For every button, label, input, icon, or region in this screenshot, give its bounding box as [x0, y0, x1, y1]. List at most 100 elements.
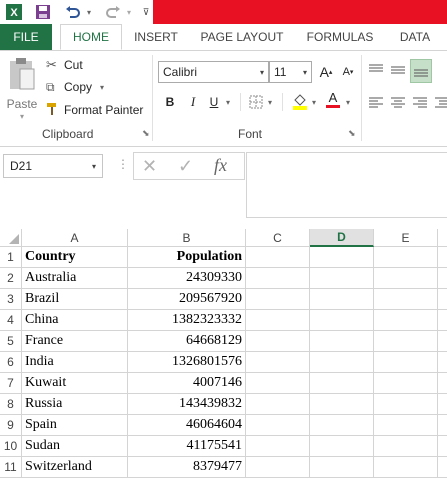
cell-empty[interactable] — [374, 415, 438, 436]
grow-font-icon[interactable]: A ▴ — [316, 62, 336, 82]
cancel-icon[interactable]: ✕ — [142, 156, 157, 177]
cell-population[interactable]: 46064604 — [128, 415, 246, 436]
header-cell-country[interactable]: Country — [22, 247, 128, 268]
cut-button[interactable]: ✂ Cut — [46, 55, 83, 75]
cell-empty[interactable] — [438, 394, 447, 415]
cell-empty[interactable] — [310, 289, 374, 310]
cell-empty[interactable] — [246, 289, 310, 310]
cell-empty[interactable] — [438, 310, 447, 331]
tab-home[interactable]: HOME — [60, 24, 122, 50]
column-header-d[interactable]: D — [310, 229, 374, 247]
align-right-icon[interactable] — [412, 96, 428, 115]
shrink-font-icon[interactable]: A ▾ — [338, 62, 358, 82]
align-middle-icon[interactable] — [390, 63, 406, 82]
align-left-icon[interactable] — [368, 96, 384, 115]
row-header[interactable]: 5 — [0, 331, 22, 352]
cell-empty[interactable] — [246, 373, 310, 394]
bold-button[interactable]: B — [160, 92, 180, 112]
tab-file[interactable]: FILE — [0, 24, 52, 50]
cell-country[interactable]: China — [22, 310, 128, 331]
fill-color-icon[interactable] — [290, 91, 310, 111]
enter-icon[interactable]: ✓ — [178, 156, 193, 177]
cell-empty[interactable] — [438, 289, 447, 310]
indent-icon[interactable] — [434, 96, 447, 115]
copy-button[interactable]: ⧉ Copy ▾ — [46, 77, 104, 97]
row-header[interactable]: 7 — [0, 373, 22, 394]
column-header-c[interactable]: C — [246, 229, 310, 247]
font-launcher-icon[interactable]: ⬊ — [348, 128, 356, 139]
cell-empty[interactable] — [374, 373, 438, 394]
cell-empty[interactable] — [374, 310, 438, 331]
cell-empty[interactable] — [438, 268, 447, 289]
cell-country[interactable]: India — [22, 352, 128, 373]
underline-dropdown-icon[interactable]: ▾ — [226, 98, 230, 107]
cell-empty[interactable] — [246, 394, 310, 415]
cell-empty[interactable] — [374, 289, 438, 310]
tab-insert[interactable]: INSERT — [130, 24, 182, 50]
column-header-f[interactable] — [438, 229, 447, 247]
fill-color-dropdown-icon[interactable]: ▾ — [312, 98, 316, 107]
tab-page-layout[interactable]: PAGE LAYOUT — [196, 24, 288, 50]
align-bottom-icon[interactable] — [410, 59, 432, 83]
cell-empty[interactable] — [310, 310, 374, 331]
cell-empty[interactable] — [310, 373, 374, 394]
underline-button[interactable]: U — [204, 92, 224, 112]
cell-population[interactable]: 1382323332 — [128, 310, 246, 331]
cell-empty[interactable] — [374, 352, 438, 373]
paste-button[interactable]: Paste ▾ — [6, 57, 38, 121]
row-header[interactable]: 11 — [0, 457, 22, 478]
cell-country[interactable]: Australia — [22, 268, 128, 289]
cell-country[interactable]: Switzerland — [22, 457, 128, 478]
cell-country[interactable]: France — [22, 331, 128, 352]
cell-country[interactable]: Spain — [22, 415, 128, 436]
cell-population[interactable]: 1326801576 — [128, 352, 246, 373]
cell-empty[interactable] — [438, 373, 447, 394]
insert-function-icon[interactable]: fx — [214, 155, 227, 176]
cell-empty[interactable] — [438, 331, 447, 352]
font-name-select[interactable]: Calibri ▾ — [158, 61, 269, 83]
cell-empty[interactable] — [310, 457, 374, 478]
italic-button[interactable]: I — [183, 92, 203, 112]
borders-dropdown-icon[interactable]: ▾ — [268, 98, 272, 107]
cell-empty[interactable] — [374, 457, 438, 478]
row-header[interactable]: 6 — [0, 352, 22, 373]
cell-empty[interactable] — [374, 436, 438, 457]
row-header[interactable]: 9 — [0, 415, 22, 436]
header-cell-population[interactable]: Population — [128, 247, 246, 268]
tab-formulas[interactable]: FORMULAS — [302, 24, 378, 50]
font-color-icon[interactable]: A — [323, 89, 343, 109]
cell-empty[interactable] — [374, 331, 438, 352]
cell-population[interactable]: 8379477 — [128, 457, 246, 478]
cell-empty[interactable] — [374, 247, 438, 268]
cell-empty[interactable] — [310, 268, 374, 289]
cell-country[interactable]: Kuwait — [22, 373, 128, 394]
cell-population[interactable]: 143439832 — [128, 394, 246, 415]
cell-population[interactable]: 209567920 — [128, 289, 246, 310]
select-all-corner[interactable] — [0, 229, 22, 247]
font-color-dropdown-icon[interactable]: ▾ — [346, 98, 350, 107]
cell-country[interactable]: Brazil — [22, 289, 128, 310]
borders-icon[interactable] — [246, 92, 266, 112]
align-top-icon[interactable] — [368, 63, 384, 82]
formula-input[interactable] — [246, 152, 447, 218]
name-box[interactable]: D21 ▾ — [3, 154, 103, 178]
column-header-a[interactable]: A — [22, 229, 128, 247]
cell-empty[interactable] — [310, 415, 374, 436]
cell-empty[interactable] — [310, 331, 374, 352]
row-header[interactable]: 1 — [0, 247, 22, 268]
cell-empty[interactable] — [310, 436, 374, 457]
clipboard-launcher-icon[interactable]: ⬊ — [142, 128, 150, 139]
cell-empty[interactable] — [310, 394, 374, 415]
cell-population[interactable]: 24309330 — [128, 268, 246, 289]
undo-dropdown-icon[interactable]: ▾ — [84, 2, 94, 22]
row-header[interactable]: 3 — [0, 289, 22, 310]
align-center-icon[interactable] — [390, 96, 406, 115]
cell-population[interactable]: 64668129 — [128, 331, 246, 352]
cell-empty[interactable] — [246, 436, 310, 457]
format-painter-button[interactable]: Format Painter — [46, 100, 143, 120]
cell-population[interactable]: 4007146 — [128, 373, 246, 394]
cell-empty[interactable] — [310, 352, 374, 373]
row-header[interactable]: 10 — [0, 436, 22, 457]
font-size-select[interactable]: 11 ▾ — [269, 61, 312, 83]
cell-empty[interactable] — [246, 415, 310, 436]
